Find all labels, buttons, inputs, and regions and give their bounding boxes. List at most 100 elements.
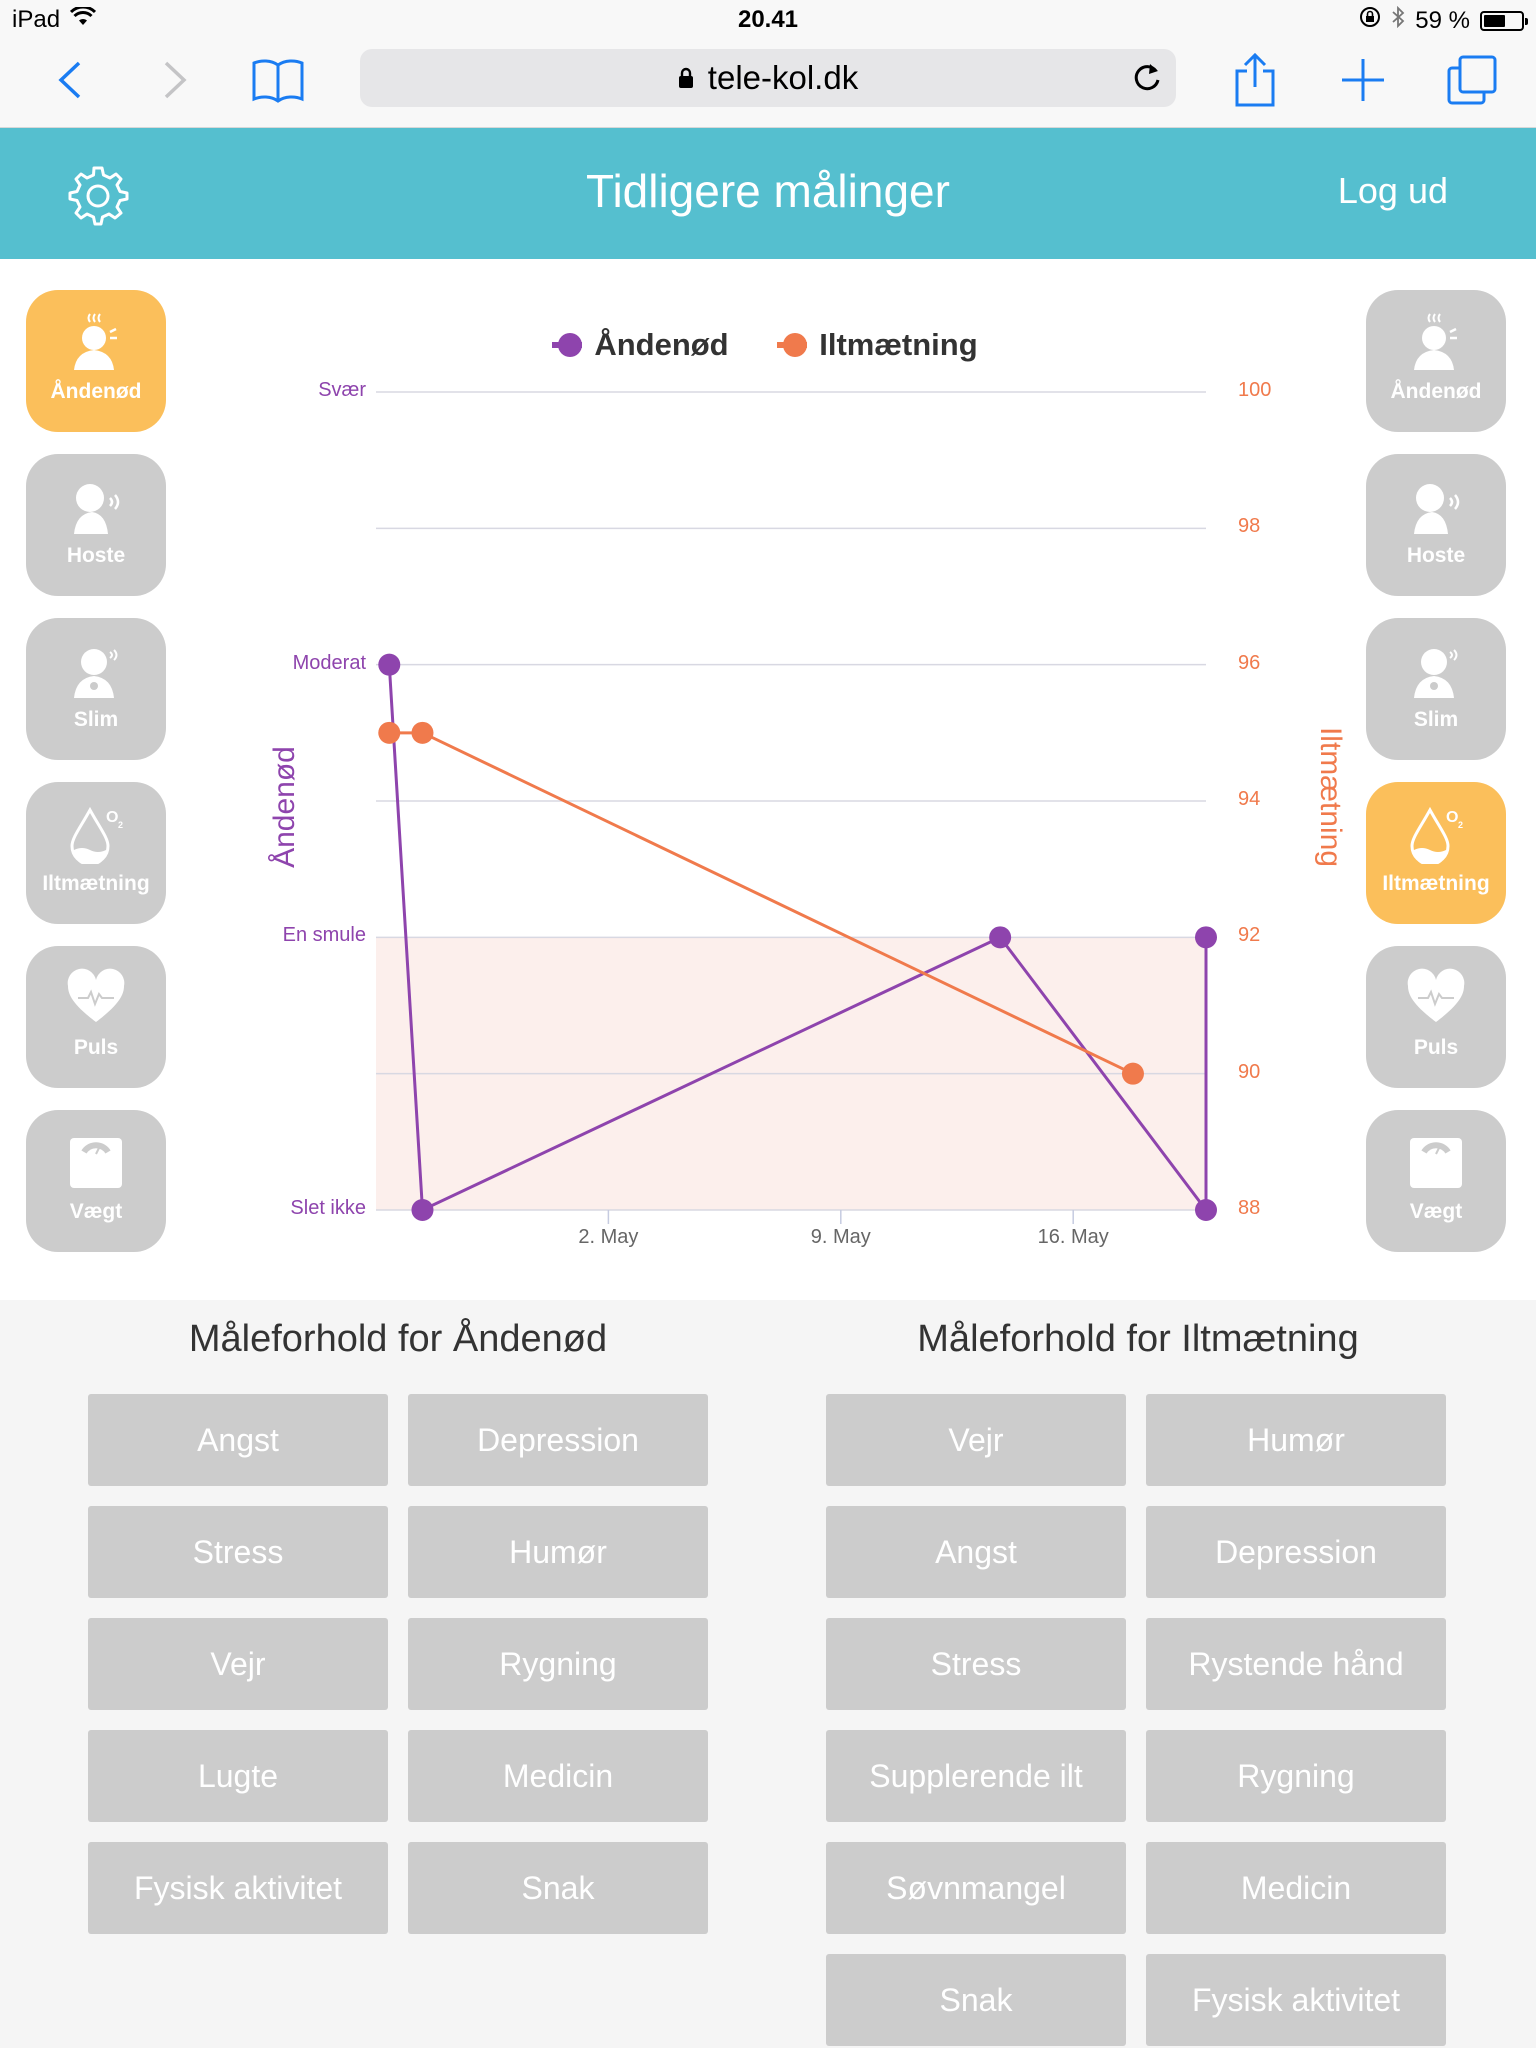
left-measure-label: Vægt [69, 1200, 123, 1223]
condition-iltmaetning-tag[interactable]: Rygning [1146, 1730, 1446, 1822]
forward-button[interactable] [145, 50, 205, 110]
measurement-chart: Åndenød Iltmætning Åndenød Iltmætning Sl… [190, 270, 1347, 1260]
x-tick-label: 2. May [578, 1226, 639, 1248]
conditions-title-iltmaetning: Måleforhold for Iltmætning [917, 1318, 1359, 1360]
data-point-0 [1195, 926, 1217, 949]
left-measure-button-4[interactable]: Puls [26, 946, 166, 1088]
logout-button[interactable]: Log ud [1338, 170, 1448, 212]
svg-text:2: 2 [118, 820, 123, 830]
condition-iltmaetning-tag[interactable]: Angst [826, 1506, 1126, 1598]
y-tick-label-left: Moderat [292, 651, 366, 674]
right-measure-button-3[interactable]: O 2 Iltmætning [1366, 782, 1506, 924]
right-measure-label: Hoste [1406, 544, 1466, 567]
app-header: Tidligere målinger Log ud [0, 128, 1536, 259]
oxygen-drop-icon: O2 [66, 804, 126, 866]
right-measure-button-5[interactable]: Vægt [1366, 1110, 1506, 1252]
condition-andenod-tag[interactable]: Snak [408, 1842, 708, 1934]
condition-iltmaetning-tag[interactable]: Medicin [1146, 1842, 1446, 1934]
share-icon [1235, 53, 1275, 107]
condition-iltmaetning-tag[interactable]: Vejr [826, 1394, 1126, 1486]
left-measure-button-0[interactable]: Åndenød [26, 290, 166, 432]
chevron-left-icon [58, 61, 81, 99]
scale-icon [1406, 1132, 1466, 1192]
battery-percent: 59 % [1415, 6, 1470, 34]
y-tick-label-right: 88 [1238, 1197, 1261, 1219]
status-bar: iPad 20.41 59 % [0, 0, 1536, 40]
condition-andenod-tag[interactable]: Lugte [88, 1730, 388, 1822]
data-point-1 [1121, 1062, 1144, 1085]
breathless-icon [1406, 312, 1466, 372]
url-text: tele-kol.dk [707, 59, 859, 96]
condition-andenod-tag[interactable]: Depression [408, 1394, 708, 1486]
address-bar[interactable]: tele-kol.dk [360, 49, 1176, 107]
breathless-icon [66, 312, 126, 372]
data-point-1 [411, 721, 434, 744]
mucus-icon [66, 640, 126, 700]
bluetooth-icon [1391, 5, 1405, 35]
svg-text:O: O [106, 809, 118, 826]
y-tick-label-right: 98 [1238, 515, 1261, 538]
x-tick-label: 16. May [1037, 1226, 1109, 1248]
orientation-lock-icon [1359, 6, 1381, 35]
battery-icon [1480, 10, 1528, 31]
condition-iltmaetning-tag[interactable]: Søvnmangel [826, 1842, 1126, 1934]
y-tick-label-left: Slet ikke [290, 1197, 366, 1219]
left-measure-button-1[interactable]: Hoste [26, 454, 166, 596]
right-measure-label: Vægt [1409, 1200, 1463, 1223]
svg-text:2: 2 [1458, 820, 1463, 830]
y-tick-label-right: 96 [1238, 651, 1261, 674]
heart-pulse-icon [66, 968, 126, 1028]
y-tick-label-left: Svær [318, 379, 366, 401]
condition-iltmaetning-tag[interactable]: Fysisk aktivitet [1146, 1954, 1446, 2046]
page-title: Tidligere målinger [586, 165, 950, 217]
condition-andenod-tag[interactable]: Fysisk aktivitet [88, 1842, 388, 1934]
condition-andenod-tag[interactable]: Medicin [408, 1730, 708, 1822]
back-button[interactable] [40, 50, 100, 110]
conditions-title-andenod: Måleforhold for Åndenød [188, 1318, 608, 1360]
condition-iltmaetning-tag[interactable]: Depression [1146, 1506, 1446, 1598]
right-measure-button-4[interactable]: Puls [1366, 946, 1506, 1088]
condition-andenod-tag[interactable]: Stress [88, 1506, 388, 1598]
left-measure-button-5[interactable]: Vægt [26, 1110, 166, 1252]
left-measure-button-3[interactable]: O 2 Iltmætning [26, 782, 166, 924]
data-point-0 [989, 926, 1012, 949]
tabs-button[interactable] [1442, 50, 1502, 110]
right-measure-label: Åndenød [1390, 380, 1482, 403]
left-measure-button-2[interactable]: Slim [26, 618, 166, 760]
condition-iltmaetning-tag[interactable]: Supplerende ilt [826, 1730, 1126, 1822]
left-measure-label: Puls [73, 1036, 119, 1059]
right-measure-button-2[interactable]: Slim [1366, 618, 1506, 760]
condition-iltmaetning-tag[interactable]: Stress [826, 1618, 1126, 1710]
cough-icon [66, 476, 126, 536]
y-tick-label-left: En smule [282, 924, 366, 947]
left-measure-label: Iltmætning [42, 872, 150, 895]
condition-andenod-tag[interactable]: Angst [88, 1394, 388, 1486]
reload-icon[interactable] [1132, 61, 1162, 101]
data-point-0 [411, 1199, 434, 1221]
browser-toolbar: tele-kol.dk [0, 40, 1536, 128]
data-point-0 [1195, 1199, 1217, 1221]
x-tick-label: 9. May [810, 1226, 871, 1248]
bookmarks-button[interactable] [248, 50, 308, 110]
y-tick-label-right: 94 [1238, 788, 1261, 810]
heart-pulse-icon [1406, 968, 1466, 1028]
condition-andenod-tag[interactable]: Vejr [88, 1618, 388, 1710]
right-measure-button-0[interactable]: Åndenød [1366, 290, 1506, 432]
right-measure-label: Puls [1413, 1036, 1459, 1059]
condition-iltmaetning-tag[interactable]: Rystende hånd [1146, 1618, 1446, 1710]
oxygen-drop-icon: O2 [1406, 804, 1466, 866]
new-tab-button[interactable] [1333, 50, 1393, 110]
cough-icon [1406, 476, 1466, 536]
share-button[interactable] [1225, 50, 1285, 110]
condition-andenod-tag[interactable]: Humør [408, 1506, 708, 1598]
status-time: 20.41 [737, 6, 799, 33]
condition-iltmaetning-tag[interactable]: Humør [1146, 1394, 1446, 1486]
chevron-right-icon [164, 61, 187, 99]
y-tick-label-right: 90 [1238, 1060, 1261, 1083]
svg-text:O: O [1446, 809, 1458, 826]
condition-andenod-tag[interactable]: Rygning [408, 1618, 708, 1710]
data-point-1 [378, 721, 401, 744]
left-measure-label: Slim [73, 708, 119, 731]
right-measure-button-1[interactable]: Hoste [1366, 454, 1506, 596]
condition-iltmaetning-tag[interactable]: Snak [826, 1954, 1126, 2046]
